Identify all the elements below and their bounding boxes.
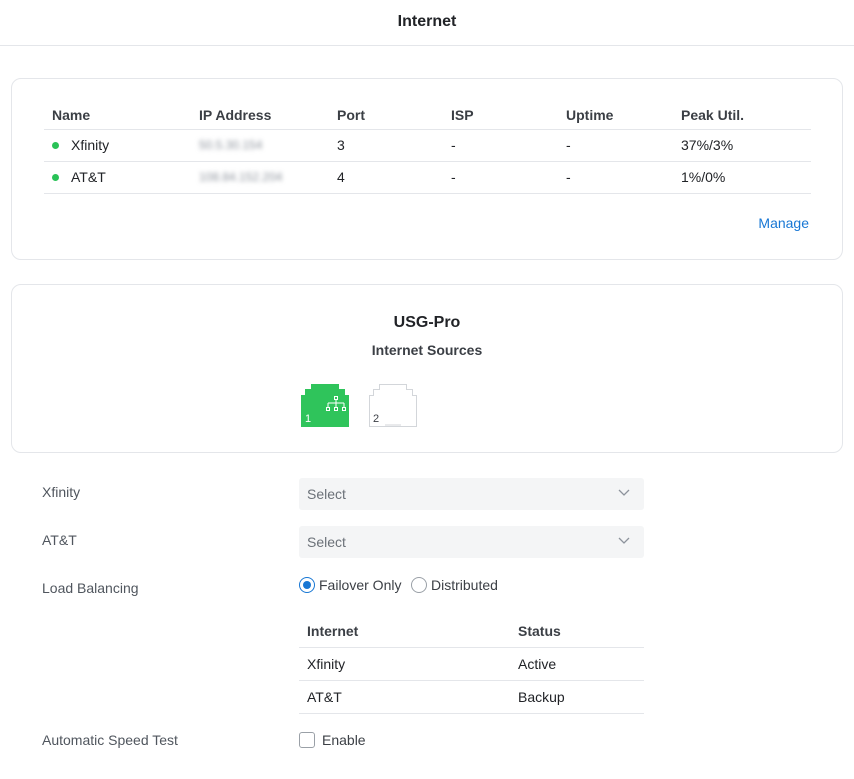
- wan-port: 3: [337, 137, 345, 153]
- wan-peak-util: 37%/3%: [681, 137, 734, 153]
- failover-status: Active: [518, 656, 557, 672]
- failover-internet: Xfinity: [307, 656, 346, 672]
- failover-status: Backup: [518, 689, 565, 705]
- port-number: 1: [305, 413, 312, 425]
- table-row[interactable]: Xfinity 50.5.30.154 3 - - 37%/3%: [44, 130, 811, 162]
- page-title: Internet: [397, 13, 457, 30]
- online-status-dot: [52, 141, 59, 149]
- wan-status-card: Name IP Address Port ISP Uptime Peak Uti…: [11, 78, 843, 260]
- port-1[interactable]: 1: [301, 384, 349, 427]
- wan-isp: -: [451, 169, 456, 185]
- wan-uptime: -: [566, 137, 571, 153]
- manage-link[interactable]: Manage: [758, 215, 809, 231]
- att-port-select[interactable]: Select: [299, 526, 644, 558]
- table-row: AT&T Backup: [299, 681, 644, 714]
- port-2[interactable]: 2: [369, 384, 417, 427]
- wan-name: Xfinity: [52, 130, 109, 161]
- select-value: Select: [307, 534, 346, 550]
- failover-internet: AT&T: [307, 689, 342, 705]
- wan-table: Name IP Address Port ISP Uptime Peak Uti…: [44, 105, 811, 194]
- online-status-dot: [52, 173, 59, 181]
- wan-name: AT&T: [52, 162, 106, 193]
- table-row[interactable]: AT&T 108.84.152.204 4 - - 1%/0%: [44, 162, 811, 194]
- column-uptime: Uptime: [566, 107, 614, 123]
- device-card: USG-Pro Internet Sources 1 2: [11, 284, 843, 453]
- column-status: Status: [518, 623, 561, 639]
- chevron-down-icon: [618, 489, 630, 496]
- wan-name-text: AT&T: [71, 169, 106, 185]
- column-peak-util: Peak Util.: [681, 107, 745, 123]
- device-subtitle: Internet Sources: [371, 342, 483, 358]
- xfinity-port-select[interactable]: Select: [299, 478, 644, 510]
- speed-test-enable-label[interactable]: Enable: [322, 732, 366, 748]
- load-balancing-label: Load Balancing: [42, 580, 139, 596]
- radio-label: Failover Only: [319, 577, 402, 593]
- wan-uptime: -: [566, 169, 571, 185]
- radio-circle: [299, 577, 315, 593]
- radio-circle: [411, 577, 427, 593]
- wan-table-header: Name IP Address Port ISP Uptime Peak Uti…: [44, 105, 811, 130]
- att-label: AT&T: [42, 532, 77, 548]
- wan-peak-util: 1%/0%: [681, 169, 726, 185]
- wan-port: 4: [337, 169, 345, 185]
- speed-test-checkbox[interactable]: [299, 732, 315, 748]
- table-row: Xfinity Active: [299, 648, 644, 681]
- wan-ip-address: 108.84.152.204: [199, 170, 283, 184]
- select-value: Select: [307, 486, 346, 502]
- column-ip-address: IP Address: [199, 107, 272, 123]
- column-internet: Internet: [307, 623, 359, 639]
- wan-isp: -: [451, 137, 456, 153]
- chevron-down-icon: [618, 537, 630, 544]
- failover-table-header: Internet Status: [299, 615, 644, 648]
- failover-table: Internet Status Xfinity Active AT&T Back…: [299, 615, 644, 714]
- column-port: Port: [337, 107, 365, 123]
- wan-ip-address: 50.5.30.154: [199, 138, 263, 152]
- column-isp: ISP: [451, 107, 474, 123]
- wan-name-text: Xfinity: [71, 137, 110, 153]
- page-header: Internet: [0, 0, 854, 46]
- speed-test-label: Automatic Speed Test: [42, 732, 178, 748]
- column-name: Name: [52, 107, 91, 123]
- port-number: 2: [373, 413, 380, 425]
- xfinity-label: Xfinity: [42, 484, 81, 500]
- radio-label: Distributed: [431, 577, 498, 593]
- device-name: USG-Pro: [393, 314, 461, 331]
